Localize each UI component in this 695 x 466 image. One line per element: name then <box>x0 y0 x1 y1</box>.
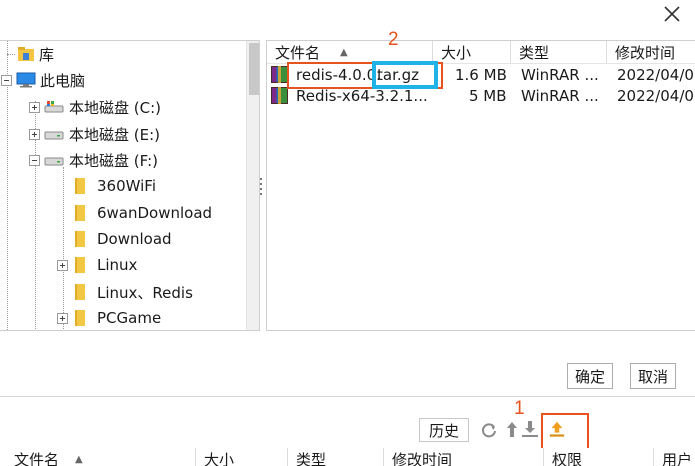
column-header-type[interactable]: 类型 <box>288 448 384 466</box>
column-header-label: 修改时间 <box>615 43 676 62</box>
column-header-size[interactable]: 大小 <box>196 448 288 466</box>
drive-icon <box>44 100 64 114</box>
annotation-step-1: 1 <box>514 398 525 419</box>
expand-icon[interactable] <box>57 312 68 324</box>
ok-button[interactable]: 确定 <box>567 363 613 389</box>
annotation-step-2: 2 <box>388 29 399 50</box>
tree-item-label: Linux、Redis <box>97 283 193 302</box>
tree-item-library[interactable]: 库 <box>3 42 54 66</box>
tree-item-folder[interactable]: Download <box>75 227 172 251</box>
file-size: 5 MB <box>469 87 507 105</box>
column-header-label: 修改时间 <box>392 450 453 466</box>
tree-item-label: Linux <box>97 256 138 274</box>
folder-tree[interactable]: 库 此电脑 本地磁盘 (C:) 本地磁盘 (E:) 本地磁盘 (F:) 360W… <box>0 40 260 331</box>
annotation-highlight-extension <box>372 61 438 89</box>
sort-arrow-icon: ▲ <box>75 453 83 465</box>
column-header-label: 文件名 <box>14 450 60 466</box>
file-type: WinRAR ... <box>521 66 599 84</box>
file-size: 1.6 MB <box>455 66 507 84</box>
refresh-icon[interactable] <box>480 421 498 439</box>
file-type: WinRAR ... <box>521 87 599 105</box>
tree-item-label: Download <box>97 230 172 248</box>
column-header-modified[interactable]: 修改时间 <box>607 41 695 63</box>
collapse-icon[interactable] <box>29 154 40 166</box>
folder-icon <box>75 205 85 221</box>
column-header-size[interactable]: 大小 <box>433 41 511 63</box>
tree-item-folder[interactable]: Linux、Redis <box>75 280 193 304</box>
column-header-name[interactable]: 文件名 ▲ <box>0 448 196 466</box>
sort-arrow-icon: ▲ <box>340 46 348 58</box>
tree-item-label: 此电脑 <box>40 71 86 90</box>
collapse-icon[interactable] <box>1 74 12 86</box>
folder-icon <box>75 310 85 326</box>
drive-icon <box>44 127 64 141</box>
tree-item-label: 本地磁盘 (E:) <box>69 125 161 144</box>
column-header-permissions[interactable]: 权限 <box>544 448 654 466</box>
folder-icon <box>75 178 85 194</box>
tree-item-folder[interactable]: PCGame <box>57 306 161 330</box>
cancel-button[interactable]: 取消 <box>630 363 676 389</box>
tree-item-drive-c[interactable]: 本地磁盘 (C:) <box>29 95 161 119</box>
winrar-archive-icon <box>271 87 288 104</box>
close-icon[interactable] <box>660 2 684 26</box>
column-header-label: 类型 <box>519 43 550 62</box>
annotation-highlight-upload <box>541 413 589 450</box>
column-header-label: 类型 <box>296 450 327 466</box>
tree-item-folder[interactable]: Linux <box>57 253 137 277</box>
computer-icon <box>16 72 36 88</box>
column-header-label: 权限 <box>552 450 583 466</box>
expand-icon[interactable] <box>29 101 40 113</box>
column-header-name[interactable]: 文件名 ▲ <box>267 41 433 63</box>
panel-splitter[interactable] <box>259 178 263 198</box>
tree-item-folder[interactable]: 6wanDownload <box>75 201 212 225</box>
column-header-modified[interactable]: 修改时间 <box>384 448 544 466</box>
tree-item-label: 6wanDownload <box>97 204 213 222</box>
column-header-type[interactable]: 类型 <box>511 41 607 63</box>
tree-item-label: 本地磁盘 (C:) <box>69 98 161 117</box>
expand-icon[interactable] <box>29 128 40 140</box>
file-modified: 2022/04/0 <box>617 66 694 84</box>
tree-item-label: PCGame <box>97 309 162 327</box>
tree-item-label: 库 <box>39 45 55 64</box>
column-header-user[interactable]: 用户 <box>654 448 695 466</box>
expand-icon[interactable] <box>57 259 68 271</box>
scrollbar-thumb[interactable] <box>249 43 259 95</box>
file-modified: 2022/04/0 <box>617 87 694 105</box>
file-name-prefix: Redis-x64-3.2.1... <box>296 87 428 105</box>
column-header-label: 文件名 <box>275 43 321 62</box>
tree-item-label: 360WiFi <box>97 177 157 195</box>
winrar-archive-icon <box>271 66 288 83</box>
column-header-label: 大小 <box>204 450 235 466</box>
drive-icon <box>44 153 64 167</box>
tree-scrollbar[interactable] <box>246 41 259 330</box>
library-icon <box>17 46 35 62</box>
tree-item-this-pc[interactable]: 此电脑 <box>1 68 85 92</box>
tree-item-drive-e[interactable]: 本地磁盘 (E:) <box>29 122 160 146</box>
folder-icon <box>75 231 85 247</box>
column-header-label: 大小 <box>441 43 472 62</box>
column-header-label: 用户 <box>662 450 693 466</box>
download-icon[interactable] <box>521 420 539 438</box>
folder-icon <box>75 257 85 273</box>
up-folder-icon[interactable] <box>503 420 517 438</box>
file-row[interactable]: Redis-x64-3.2.1... 5 MB WinRAR ... 2022/… <box>267 86 695 108</box>
tree-item-folder[interactable]: 360WiFi <box>75 174 156 198</box>
tree-item-label: 本地磁盘 (F:) <box>69 151 158 170</box>
folder-icon <box>75 284 85 300</box>
history-button[interactable]: 历史 <box>419 418 469 442</box>
remote-file-list-header: 文件名 ▲ 大小 类型 修改时间 权限 用户 <box>0 448 695 466</box>
tree-item-drive-f[interactable]: 本地磁盘 (F:) <box>29 148 158 172</box>
